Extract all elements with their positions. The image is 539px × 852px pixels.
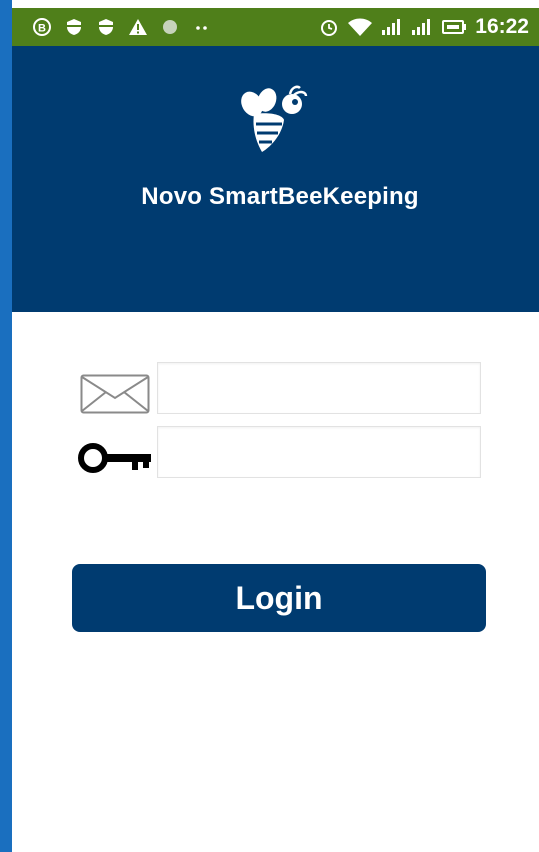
battery-icon [442, 20, 467, 34]
warning-icon [129, 19, 147, 35]
app-screen: B 16:22 Novo SmartBeeKeeping Login [0, 0, 539, 852]
status-bar: B 16:22 [12, 8, 539, 46]
dots-icon [196, 26, 207, 30]
shield-icon [67, 19, 81, 35]
alarm-icon [321, 20, 338, 36]
svg-text:B: B [38, 23, 46, 35]
password-field[interactable] [157, 426, 481, 478]
bee-icon [241, 85, 308, 152]
signal-icon [382, 19, 401, 35]
status-bar-right: 16:22 [319, 15, 529, 39]
circle-icon [163, 20, 177, 34]
status-time: 16:22 [475, 15, 529, 38]
status-bar-left: B [32, 17, 212, 37]
email-field[interactable] [157, 362, 481, 414]
envelope-icon [80, 374, 150, 414]
signal-icon [412, 19, 431, 35]
window-left-border [0, 0, 12, 852]
top-strip [12, 0, 539, 8]
shield-icon [99, 19, 113, 35]
key-icon [78, 443, 151, 473]
wifi-icon [348, 18, 373, 36]
login-button[interactable]: Login [72, 564, 486, 632]
app-title: Novo SmartBeeKeeping [141, 183, 419, 210]
b-circle-icon: B [33, 18, 51, 36]
